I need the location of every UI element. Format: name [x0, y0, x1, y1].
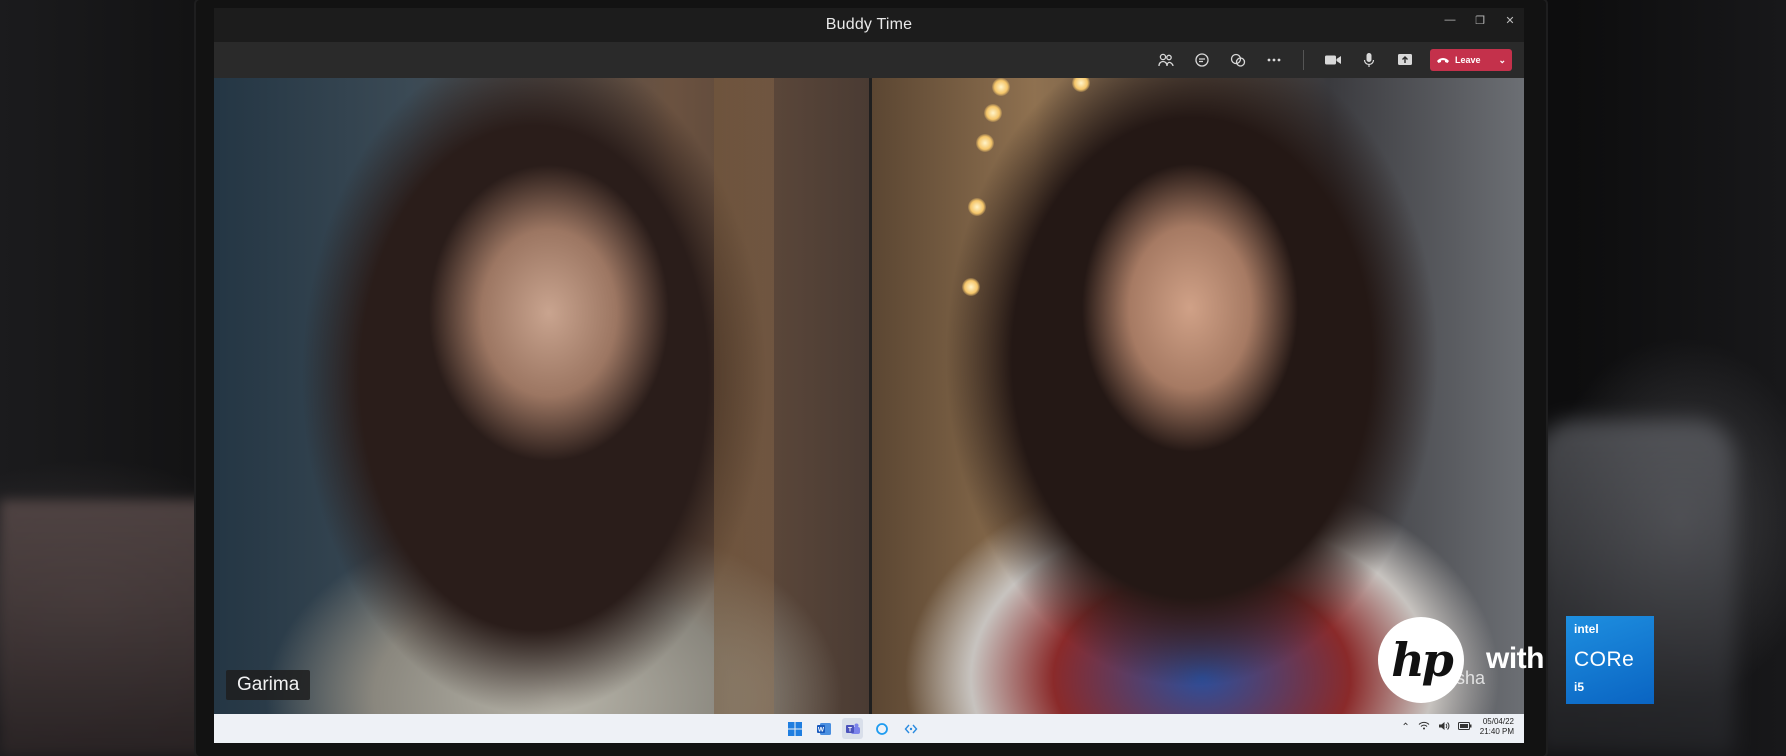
- intel-core-badge: intel CORe i5: [1566, 616, 1654, 704]
- hp-logo-text: hp: [1391, 633, 1454, 687]
- chevron-up-icon[interactable]: ⌃: [1401, 722, 1409, 733]
- teams-icon[interactable]: T: [842, 718, 863, 739]
- phone-hangup-icon: [1437, 58, 1449, 63]
- reactions-icon[interactable]: [1227, 49, 1249, 71]
- window-titlebar: Buddy Time — ❐ ✕: [214, 8, 1524, 42]
- screen: Buddy Time — ❐ ✕ Leave ⌄ Garima W T ⌃ 05…: [214, 8, 1524, 743]
- intel-brand: intel: [1574, 622, 1599, 636]
- close-icon[interactable]: ✕: [1504, 14, 1516, 27]
- taskbar-apps: W T: [784, 718, 921, 739]
- svg-text:T: T: [848, 726, 852, 733]
- window-controls: — ❐ ✕: [1444, 14, 1516, 27]
- battery-icon[interactable]: [1457, 721, 1472, 733]
- window-title: Buddy Time: [825, 16, 913, 33]
- branding-with-text: with: [1486, 642, 1545, 675]
- hp-logo: hp: [1378, 617, 1464, 703]
- bokeh-light: [992, 78, 1010, 96]
- toolbar-divider: [1303, 50, 1304, 70]
- cortana-icon[interactable]: [871, 718, 892, 739]
- participant-name-tag: Garima: [226, 670, 311, 700]
- leave-label: Leave: [1455, 55, 1481, 65]
- more-icon[interactable]: [1263, 49, 1285, 71]
- leave-button[interactable]: Leave ⌄: [1430, 49, 1512, 71]
- intel-core: CORe: [1574, 648, 1635, 671]
- blurred-stool: [1535, 420, 1735, 756]
- restore-icon[interactable]: ❐: [1474, 14, 1486, 27]
- participants-icon[interactable]: [1155, 49, 1177, 71]
- word-icon[interactable]: W: [813, 718, 834, 739]
- windows-taskbar: W T ⌃ 05/04/22 21:40 PM: [214, 714, 1524, 743]
- mic-icon[interactable]: [1358, 49, 1380, 71]
- video-tile-garima[interactable]: Garima: [214, 78, 869, 714]
- svg-text:W: W: [817, 726, 824, 733]
- taskbar-time: 21:40 PM: [1479, 727, 1514, 736]
- share-icon[interactable]: [1394, 49, 1416, 71]
- taskbar-date: 05/04/22: [1482, 717, 1514, 726]
- system-tray: ⌃ 05/04/22 21:40 PM: [1401, 717, 1514, 737]
- wifi-icon[interactable]: [1418, 721, 1430, 733]
- bokeh-light: [1072, 78, 1090, 92]
- bokeh-light: [968, 198, 986, 216]
- bokeh-light: [962, 278, 980, 296]
- chat-icon[interactable]: [1191, 49, 1213, 71]
- volume-icon[interactable]: [1438, 721, 1450, 734]
- bokeh-light: [976, 134, 994, 152]
- kx-icon[interactable]: [900, 718, 921, 739]
- minimize-icon[interactable]: —: [1444, 14, 1456, 27]
- windows-start-icon[interactable]: [784, 718, 805, 739]
- bokeh-light: [984, 104, 1002, 122]
- camera-icon[interactable]: [1322, 49, 1344, 71]
- taskbar-clock[interactable]: 05/04/22 21:40 PM: [1480, 717, 1514, 737]
- chevron-down-icon[interactable]: ⌄: [1498, 55, 1506, 66]
- meeting-toolbar: Leave ⌄: [214, 42, 1524, 78]
- intel-tier: i5: [1574, 680, 1585, 694]
